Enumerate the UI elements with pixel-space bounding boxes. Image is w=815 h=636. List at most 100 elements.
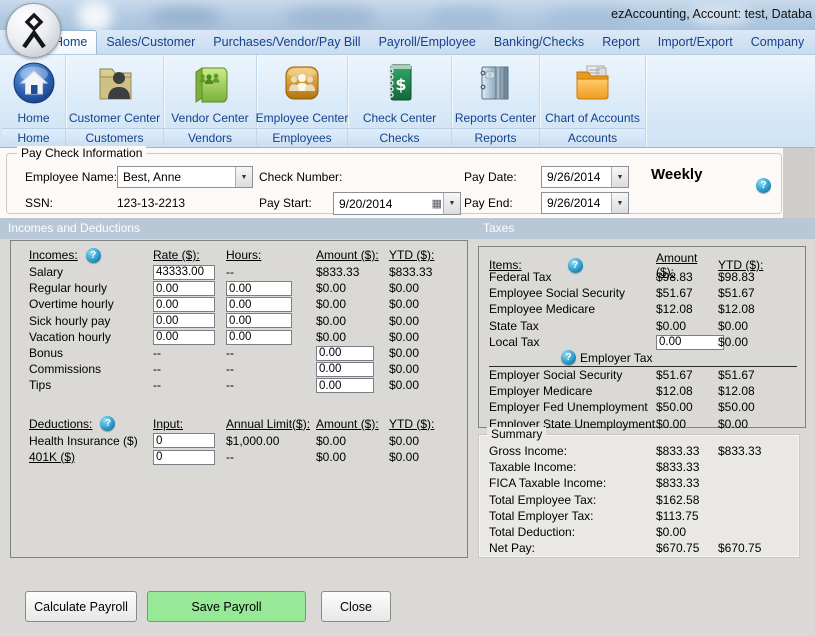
rate-input[interactable]	[153, 330, 215, 345]
amount-value: $0.00	[656, 417, 718, 431]
check-book-icon: $	[377, 55, 423, 111]
summary-row: Total Employee Tax: $162.58	[489, 492, 799, 508]
app-logo-button[interactable]	[6, 3, 61, 58]
rate-input[interactable]	[153, 297, 215, 312]
help-icon[interactable]	[756, 178, 771, 193]
deduction-input[interactable]	[153, 433, 215, 448]
deductions-header-row: Deductions: Input: Annual Limit($): Amou…	[29, 415, 467, 433]
income-row: Bonus -- -- $0.00	[29, 345, 467, 361]
window-title: ezAccounting, Account: test, Databa	[611, 7, 812, 21]
close-button[interactable]: Close	[321, 591, 391, 622]
help-icon[interactable]	[86, 248, 101, 263]
summary-label: Taxable Income:	[489, 460, 656, 474]
tax-row: State Tax $0.00 $0.00	[489, 318, 805, 334]
chevron-down-icon[interactable]	[443, 193, 460, 214]
employer-tax-divider: Employer Tax	[489, 350, 797, 367]
hours-value: --	[226, 362, 316, 376]
toolbar-employee-center-button[interactable]: Employee Center Employees	[257, 55, 348, 147]
incomes-column-header: Incomes:	[29, 248, 78, 262]
amount-value: $670.75	[656, 541, 718, 555]
menu-bar: Home Sales/Customer Purchases/Vendor/Pay…	[0, 30, 815, 55]
income-row: Sick hourly pay $0.00 $0.00	[29, 313, 467, 329]
chevron-down-icon[interactable]	[611, 193, 628, 213]
income-row: Salary -- $833.33 $833.33	[29, 264, 467, 280]
pay-date-label: Pay Date:	[464, 170, 517, 184]
income-label: Tips	[29, 378, 153, 392]
amount-input[interactable]	[316, 362, 374, 377]
ytd-value: $50.00	[718, 400, 805, 414]
save-payroll-button[interactable]: Save Payroll	[147, 591, 306, 622]
amount-value: $0.00	[316, 297, 389, 311]
pay-end-select[interactable]: 9/26/2014	[541, 192, 629, 214]
home-icon	[12, 55, 56, 111]
rate-input[interactable]	[153, 281, 215, 296]
pay-date-select[interactable]: 9/26/2014	[541, 166, 629, 188]
help-icon[interactable]	[100, 416, 115, 431]
amount-value: $98.83	[656, 270, 718, 284]
chevron-down-icon[interactable]	[611, 167, 628, 187]
ssn-value: 123-13-2213	[117, 196, 185, 210]
toolbar-button-label: Employee Center	[256, 111, 349, 126]
deduction-label: Health Insurance ($)	[29, 434, 153, 448]
menu-item-banking-checks[interactable]: Banking/Checks	[485, 31, 593, 54]
rate-input[interactable]	[153, 265, 215, 280]
customer-folder-icon	[92, 55, 138, 111]
ssn-label: SSN:	[25, 196, 53, 210]
summary-row: Total Deduction: $0.00	[489, 524, 799, 540]
ytd-value: $0.00	[389, 297, 467, 311]
amount-value: $0.00	[316, 434, 389, 448]
amount-value: $0.00	[316, 330, 389, 344]
toolbar-button-label: Customer Center	[69, 111, 160, 126]
ytd-value: $0.00	[389, 281, 467, 295]
annual-limit-value: $1,000.00	[226, 434, 316, 448]
right-margin-panel	[783, 148, 815, 218]
tax-label: Employer Medicare	[489, 384, 656, 398]
toolbar-vendor-center-button[interactable]: Vendor Center Vendors	[164, 55, 257, 147]
amount-input[interactable]	[316, 346, 374, 361]
toolbar-chart-of-accounts-button[interactable]: Chart of Accounts Accounts	[540, 55, 646, 147]
hours-value: --	[226, 378, 316, 392]
amount-input[interactable]	[316, 378, 374, 393]
taxes-panel: Items: Amount ($): YTD ($): Federal Tax …	[478, 246, 806, 428]
amount-value: $0.00	[656, 319, 718, 333]
menu-item-import-export[interactable]: Import/Export	[649, 31, 742, 54]
ytd-value: $0.00	[718, 319, 805, 333]
local-tax-input[interactable]	[656, 335, 724, 350]
help-icon[interactable]	[561, 350, 576, 365]
pay-start-datepicker[interactable]: 9/20/2014 ▦	[333, 192, 461, 215]
menu-item-purchases-vendor-pay-bill[interactable]: Purchases/Vendor/Pay Bill	[204, 31, 369, 54]
rate-input[interactable]	[153, 313, 215, 328]
deduction-401k-link[interactable]: 401K ($)	[29, 450, 153, 464]
employee-name-value: Best, Anne	[118, 170, 235, 184]
summary-row: Net Pay: $670.75 $670.75	[489, 540, 799, 556]
calculate-payroll-button[interactable]: Calculate Payroll	[25, 591, 137, 622]
amount-value: $113.75	[656, 509, 718, 523]
chevron-down-icon[interactable]	[235, 167, 252, 187]
toolbar-group-label: Accounts	[540, 128, 645, 147]
summary-row: Total Employer Tax: $113.75	[489, 508, 799, 524]
hours-input[interactable]	[226, 330, 292, 345]
titlebar-glass-blob	[430, 6, 500, 26]
menu-item-payroll-employee[interactable]: Payroll/Employee	[370, 31, 485, 54]
summary-label: Total Employee Tax:	[489, 493, 656, 507]
menu-item-report[interactable]: Report	[593, 31, 649, 54]
employee-name-select[interactable]: Best, Anne	[117, 166, 253, 188]
toolbar-reports-center-button[interactable]: Reports Center Reports	[452, 55, 540, 147]
ytd-value: $0.00	[389, 314, 467, 328]
hours-input[interactable]	[226, 281, 292, 296]
deduction-input[interactable]	[153, 450, 215, 465]
ytd-value: $0.00	[389, 434, 467, 448]
menu-item-company[interactable]: Company	[742, 31, 814, 54]
toolbar-check-center-button[interactable]: $ Check Center Checks	[348, 55, 452, 147]
amount-value: $833.33	[656, 460, 718, 474]
amount-value: $833.33	[316, 265, 389, 279]
hours-input[interactable]	[226, 297, 292, 312]
ytd-column-header: YTD ($):	[389, 248, 467, 262]
ytd-value: $0.00	[389, 362, 467, 376]
menu-item-sales-customer[interactable]: Sales/Customer	[97, 31, 204, 54]
incomes-deductions-panel: Incomes: Rate ($): Hours: Amount ($): YT…	[10, 240, 468, 558]
hours-input[interactable]	[226, 313, 292, 328]
toolbar-customer-center-button[interactable]: Customer Center Customers	[66, 55, 164, 147]
ytd-value: $0.00	[389, 346, 467, 360]
toolbar-home-button[interactable]: Home Home	[2, 55, 66, 147]
